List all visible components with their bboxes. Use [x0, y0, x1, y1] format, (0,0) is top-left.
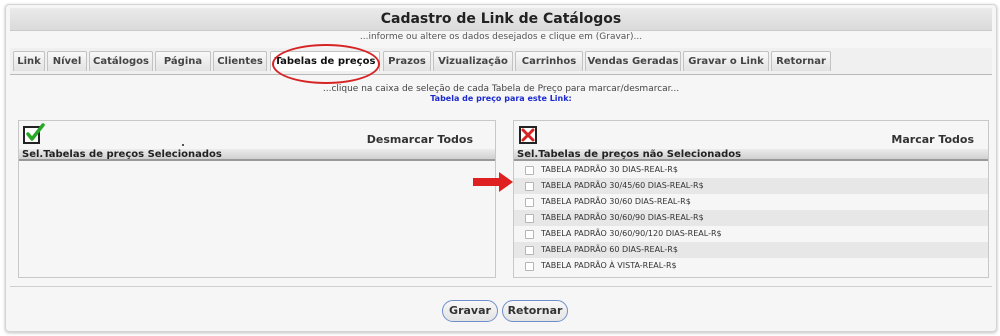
- save-button[interactable]: Gravar: [442, 300, 498, 322]
- checkmark-icon: [23, 123, 45, 144]
- selected-column-header: Sel.Tabelas de preços Selecionados: [19, 149, 495, 161]
- instructions-title: Tabela de preço para este Link:: [430, 94, 572, 103]
- selected-price-tables-panel: Desmarcar Todos Sel.Tabelas de preços Se…: [18, 120, 496, 278]
- unselected-price-tables-panel: Marcar Todos Sel.Tabelas de preços não S…: [513, 120, 989, 278]
- list-item: TABELA PADRÃO À VISTA-REAL-R$: [514, 258, 988, 274]
- tab-link[interactable]: Link: [13, 51, 45, 71]
- red-arrow-annotation: [473, 172, 513, 192]
- list-item: TABELA PADRÃO 30/45/60 DIAS-REAL-R$: [514, 178, 988, 194]
- back-button[interactable]: Retornar: [502, 300, 568, 322]
- select-all-link[interactable]: Marcar Todos: [891, 133, 974, 146]
- checkbox[interactable]: [525, 214, 534, 223]
- list-item-label: TABELA PADRÃO À VISTA-REAL-R$: [541, 261, 677, 270]
- checkbox[interactable]: [525, 262, 534, 271]
- checkbox[interactable]: [525, 166, 534, 175]
- tab-nivel[interactable]: Nível: [47, 51, 87, 71]
- x-mark-icon: [519, 126, 537, 144]
- unselect-all-link[interactable]: Desmarcar Todos: [367, 133, 473, 146]
- list-item-label: TABELA PADRÃO 30/60 DIAS-REAL-R$: [541, 197, 691, 206]
- footer-divider: [10, 286, 992, 287]
- red-circle-annotation: [272, 44, 380, 84]
- empty-list-dot: [182, 144, 184, 146]
- checkbox[interactable]: [525, 182, 534, 191]
- tab-clientes[interactable]: Clientes: [213, 51, 267, 71]
- list-item-label: TABELA PADRÃO 30 DIAS-REAL-R$: [541, 165, 678, 174]
- unselected-column-header: Sel.Tabelas de preços não Selecionados: [514, 149, 988, 161]
- tab-bar: Link Nível Catálogos Página Clientes Tab…: [10, 48, 992, 75]
- tab-retornar[interactable]: Retornar: [771, 51, 831, 71]
- list-item-label: TABELA PADRÃO 30/60/90/120 DIAS-REAL-R$: [541, 229, 722, 238]
- unselected-list: TABELA PADRÃO 30 DIAS-REAL-R$ TABELA PAD…: [514, 162, 988, 274]
- list-item-label: TABELA PADRÃO 30/45/60 DIAS-REAL-R$: [541, 181, 704, 190]
- window-subtitle: ...informe ou altere os dados desejados …: [359, 32, 643, 42]
- list-item: TABELA PADRÃO 30/60/90 DIAS-REAL-R$: [514, 210, 988, 226]
- tab-vizualizacao[interactable]: Vizualização: [433, 51, 513, 71]
- checkbox[interactable]: [525, 246, 534, 255]
- tab-catalogos[interactable]: Catálogos: [89, 51, 153, 71]
- list-item: TABELA PADRÃO 30 DIAS-REAL-R$: [514, 162, 988, 178]
- checkbox[interactable]: [525, 198, 534, 207]
- tab-pagina[interactable]: Página: [155, 51, 211, 71]
- list-item-label: TABELA PADRÃO 60 DIAS-REAL-R$: [541, 245, 678, 254]
- instructions-line: ...clique na caixa de seleção de cada Ta…: [322, 84, 680, 94]
- tab-gravar-o-link[interactable]: Gravar o Link: [683, 51, 769, 71]
- list-item: TABELA PADRÃO 60 DIAS-REAL-R$: [514, 242, 988, 258]
- tab-prazos[interactable]: Prazos: [383, 51, 431, 71]
- checkbox[interactable]: [525, 230, 534, 239]
- tab-vendas-geradas[interactable]: Vendas Geradas: [585, 51, 681, 71]
- list-item: TABELA PADRÃO 30/60 DIAS-REAL-R$: [514, 194, 988, 210]
- list-item: TABELA PADRÃO 30/60/90/120 DIAS-REAL-R$: [514, 226, 988, 242]
- window-title: Cadastro de Link de Catálogos: [10, 8, 992, 31]
- instructions: ...clique na caixa de seleção de cada Ta…: [10, 84, 992, 104]
- list-item-label: TABELA PADRÃO 30/60/90 DIAS-REAL-R$: [541, 213, 704, 222]
- tab-carrinhos[interactable]: Carrinhos: [515, 51, 583, 71]
